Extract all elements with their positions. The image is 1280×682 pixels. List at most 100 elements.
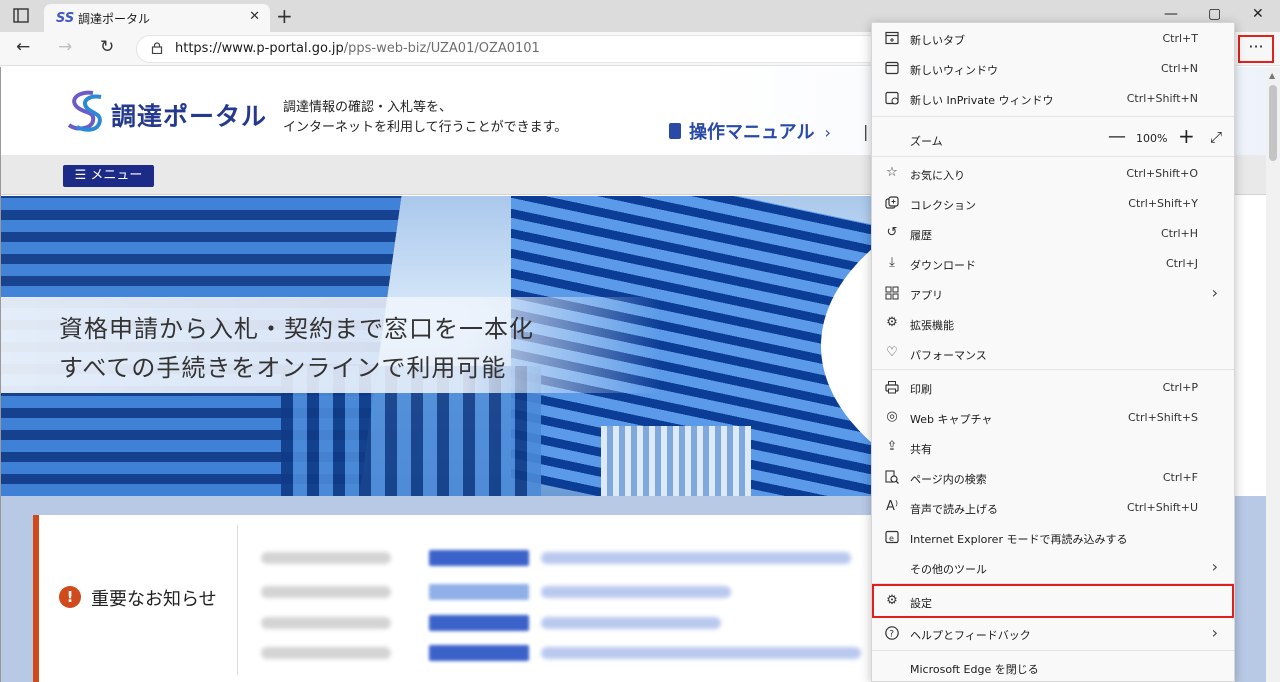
menu-item-collections[interactable]: コレクション Ctrl+Shift+Y [872, 188, 1234, 218]
read-aloud-icon: A⁾ [885, 499, 899, 514]
new-tab-button[interactable]: + [276, 4, 293, 28]
news-row[interactable] [261, 584, 861, 602]
menu-item-label: パフォーマンス [910, 349, 987, 362]
menu-item-shortcut: Ctrl+P [1162, 381, 1198, 394]
menu-item-share[interactable]: ⇪ 共有 [872, 432, 1234, 462]
news-link-blurred[interactable] [541, 552, 851, 564]
collections-icon [884, 195, 900, 211]
menu-item-read-aloud[interactable]: A⁾ 音声で読み上げる Ctrl+Shift+U [872, 492, 1234, 522]
fullscreen-icon[interactable]: ⤢ [1210, 128, 1222, 146]
reload-button[interactable]: ↻ [100, 37, 114, 57]
menu-item-settings[interactable]: ⚙ 設定 [872, 584, 1234, 618]
forward-button[interactable]: → [58, 37, 72, 57]
news-row[interactable] [261, 645, 861, 663]
url-path: /pps-web-biz/UZA01/OZA0101 [343, 41, 540, 56]
menu-item-label: 拡張機能 [910, 319, 954, 332]
news-link-blurred[interactable] [541, 617, 721, 629]
site-menu-button[interactable]: ☰ メニュー [63, 165, 154, 187]
minimize-button[interactable]: — [1164, 6, 1178, 22]
tab-close-icon[interactable]: ✕ [249, 9, 260, 24]
chevron-right-icon: › [1211, 623, 1218, 642]
manual-link-label: 操作マニュアル [689, 122, 815, 143]
window-close-button[interactable]: ✕ [1252, 6, 1264, 22]
menu-item-print[interactable]: 印刷 Ctrl+P [872, 372, 1234, 402]
hero-building-image [601, 426, 751, 496]
menu-item-history[interactable]: ↺ 履歴 Ctrl+H [872, 218, 1234, 248]
menu-item-label: お気に入り [910, 169, 965, 182]
share-icon: ⇪ [886, 439, 898, 454]
menu-item-shortcut: Ctrl+Shift+O [1126, 167, 1198, 180]
tab-actions-icon[interactable] [10, 7, 32, 25]
menu-item-shortcut: Ctrl+J [1165, 257, 1198, 270]
menu-item-shortcut: Ctrl+Shift+U [1126, 501, 1198, 514]
menu-item-label: Web キャプチャ [910, 413, 993, 426]
menu-item-new-window[interactable]: 新しいウィンドウ Ctrl+N [872, 53, 1234, 83]
find-icon [884, 469, 900, 485]
manual-link[interactable]: 操作マニュアル › [669, 118, 831, 144]
menu-item-label: ページ内の検索 [910, 473, 987, 486]
back-button[interactable]: ← [16, 37, 30, 57]
chevron-right-icon: › [824, 123, 831, 142]
menu-item-extensions[interactable]: ⚙ 拡張機能 [872, 308, 1234, 338]
site-tagline: 調達情報の確認・入札等を、 インターネットを利用して行うことができます。 [283, 98, 567, 138]
menu-item-label: 音声で読み上げる [910, 503, 998, 516]
news-date-blurred [261, 647, 391, 659]
maximize-button[interactable]: ▢ [1208, 6, 1221, 22]
menu-item-label: 共有 [910, 443, 932, 456]
inprivate-icon [884, 90, 900, 106]
news-link-blurred[interactable] [541, 647, 861, 659]
menu-item-label: その他のツール [910, 563, 987, 576]
ie-mode-icon: e [884, 529, 900, 545]
news-date-blurred [261, 586, 391, 598]
menu-separator [872, 156, 1234, 157]
book-icon [669, 123, 681, 139]
tagline-line-1: 調達情報の確認・入札等を、 [283, 100, 453, 115]
settings-and-more-menu: 新しいタブ Ctrl+T 新しいウィンドウ Ctrl+N 新しい InPriva… [871, 22, 1235, 682]
tagline-line-2: インターネットを利用して行うことができます。 [283, 120, 568, 135]
menu-item-find-on-page[interactable]: ページ内の検索 Ctrl+F [872, 462, 1234, 492]
menu-item-performance[interactable]: ♡ パフォーマンス [872, 338, 1234, 368]
portal-logo-text[interactable]: 調達ポータル [111, 97, 267, 133]
menu-separator [872, 116, 1234, 117]
url-host: https://www.p-portal.go.jp [175, 41, 344, 56]
chevron-right-icon: › [1211, 557, 1218, 576]
news-link-blurred[interactable] [541, 586, 731, 598]
hero-headline-1: 資格申請から入札・契約まで窓口を一本化 [59, 315, 534, 343]
favorites-icon: ☆ [886, 165, 898, 180]
browser-tab[interactable]: SS 調達ポータル ✕ [44, 4, 270, 32]
web-capture-icon: ◎ [886, 409, 898, 424]
menu-item-label: ズーム [910, 135, 943, 148]
menu-item-web-capture[interactable]: ◎ Web キャプチャ Ctrl+Shift+S [872, 402, 1234, 432]
menu-item-new-inprivate-window[interactable]: 新しい InPrivate ウィンドウ Ctrl+Shift+N [872, 83, 1234, 113]
menu-item-shortcut: Ctrl+Shift+N [1126, 92, 1198, 105]
menu-item-help-and-feedback[interactable]: ? ヘルプとフィードバック › [872, 618, 1234, 648]
zoom-out-button[interactable]: — [1108, 126, 1126, 147]
svg-text:?: ? [889, 630, 894, 640]
site-favicon-icon: SS [56, 11, 75, 26]
menu-item-apps[interactable]: アプリ › [872, 278, 1234, 308]
lock-icon[interactable] [151, 42, 163, 54]
menu-item-downloads[interactable]: ⤓ ダウンロード Ctrl+J [872, 248, 1234, 278]
menu-item-ie-mode[interactable]: e Internet Explorer モードで再読み込みする [872, 522, 1234, 552]
menu-item-label: 履歴 [910, 229, 932, 242]
menu-item-label: 印刷 [910, 383, 932, 396]
menu-item-close-edge[interactable]: Microsoft Edge を閉じる [872, 652, 1234, 682]
performance-icon: ♡ [886, 345, 898, 360]
portal-logo-icon[interactable] [63, 87, 109, 133]
news-row[interactable] [261, 615, 861, 633]
help-icon: ? [884, 625, 900, 641]
settings-and-more-button[interactable]: ··· [1238, 35, 1274, 63]
scroll-up-icon[interactable]: ▲ [1269, 71, 1275, 80]
menu-item-shortcut: Ctrl+H [1160, 227, 1198, 240]
page-scrollbar[interactable]: ▲ [1266, 67, 1280, 682]
menu-item-new-tab[interactable]: 新しいタブ Ctrl+T [872, 23, 1234, 53]
menu-item-shortcut: Ctrl+T [1162, 32, 1198, 45]
history-icon: ↺ [886, 225, 898, 240]
menu-item-label: Internet Explorer モードで再読み込みする [910, 533, 1128, 546]
news-row[interactable] [261, 550, 861, 568]
menu-item-favorites[interactable]: ☆ お気に入り Ctrl+Shift+O [872, 158, 1234, 188]
zoom-in-button[interactable]: + [1178, 124, 1195, 148]
menu-item-more-tools[interactable]: その他のツール › [872, 552, 1234, 582]
hero-headline-2: すべての手続きをオンラインで利用可能 [59, 354, 507, 382]
scrollbar-thumb[interactable] [1269, 85, 1277, 161]
